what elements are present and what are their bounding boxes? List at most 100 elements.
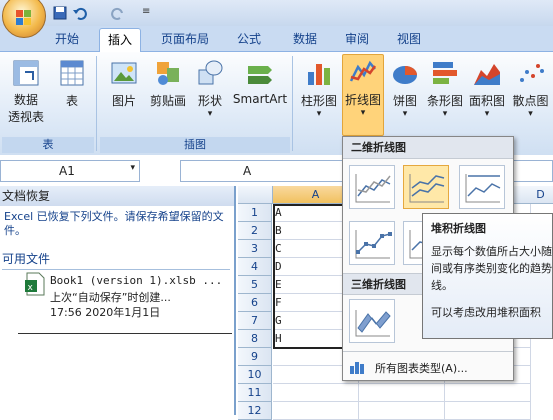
- pie-dropdown-icon: ▾: [402, 109, 408, 119]
- recovered-file-item[interactable]: x Book1 (version 1).xlsb ... 上次“自动保存”时创建…: [18, 270, 232, 334]
- formula-value: A: [243, 164, 252, 178]
- stacked-line-markers-thumb-icon: [409, 230, 422, 259]
- all-chart-types-item[interactable]: 所有图表类型(A)...: [343, 351, 513, 381]
- pie-chart-button[interactable]: 饼图 ▾: [388, 56, 422, 119]
- row-header[interactable]: 3: [238, 240, 272, 258]
- shapes-button[interactable]: 形状 ▾: [192, 56, 228, 119]
- tab-data[interactable]: 数据: [282, 28, 328, 52]
- undo-icon[interactable]: [72, 5, 88, 21]
- stacked-line-tooltip: 堆积折线图 显示每个数值所占大小随时间或有序类别变化的趋势线。 可以考虑改用堆积…: [422, 213, 553, 339]
- line-chart-icon: [349, 60, 377, 82]
- tab-insert[interactable]: 插入: [99, 28, 141, 52]
- pivot-table-icon: [13, 60, 39, 86]
- bar-chart-icon: [433, 62, 457, 84]
- smartart-icon: [248, 66, 272, 84]
- save-icon[interactable]: [52, 5, 68, 21]
- row-header[interactable]: 1: [238, 204, 272, 222]
- file-description: 上次“自动保存”时创建...: [50, 291, 171, 304]
- available-files-label: 可用文件: [2, 250, 230, 270]
- ribbon-separator: [292, 56, 293, 151]
- svg-text:x: x: [28, 283, 34, 293]
- row-header[interactable]: 9: [238, 348, 272, 366]
- column-chart-label: 柱形图: [300, 94, 337, 108]
- bar-chart-label: 条形图: [426, 94, 463, 108]
- cell[interactable]: [445, 384, 531, 402]
- chart-thumb-3d-line[interactable]: [349, 299, 395, 343]
- percent-stacked-line-thumb-icon: [465, 174, 501, 203]
- bar-dropdown-icon: ▾: [442, 109, 448, 119]
- all-charts-icon: [350, 362, 364, 374]
- row-header[interactable]: 4: [238, 258, 272, 276]
- picture-button[interactable]: 图片: [104, 56, 144, 109]
- tooltip-hint: 可以考虑改用堆积面积: [431, 306, 541, 319]
- cell-a[interactable]: [273, 384, 359, 402]
- pivot-table-button[interactable]: 数据 透视表: [2, 56, 50, 126]
- bar-chart-button[interactable]: 条形图 ▾: [424, 56, 466, 119]
- table-button[interactable]: 表: [54, 56, 90, 109]
- tab-formulas[interactable]: 公式: [226, 28, 272, 52]
- area-chart-label: 面积图: [468, 94, 505, 108]
- tooltip-body: 显示每个数值所占大小随时间或有序类别变化的趋势线。: [431, 245, 553, 292]
- excel-file-icon: x: [25, 272, 45, 296]
- line-markers-thumb-icon: [355, 230, 392, 259]
- clipart-label: 剪贴画: [149, 94, 186, 108]
- column-chart-button[interactable]: 柱形图 ▾: [298, 56, 340, 119]
- picture-label: 图片: [111, 94, 136, 108]
- group-table-label: 表: [2, 137, 94, 153]
- row-header[interactable]: 8: [238, 330, 272, 348]
- tab-page-layout[interactable]: 页面布局: [152, 28, 218, 52]
- pie-chart-icon: [393, 66, 417, 84]
- redo-icon[interactable]: [110, 5, 126, 21]
- row-header[interactable]: 2: [238, 222, 272, 240]
- select-all-corner[interactable]: [238, 186, 273, 204]
- line-dropdown-icon: ▾: [360, 108, 366, 118]
- picture-icon: [111, 62, 137, 84]
- chart-thumb-line[interactable]: [349, 165, 395, 209]
- row-header[interactable]: 5: [238, 276, 272, 294]
- pivot-table-label: 数据 透视表: [7, 93, 44, 124]
- row-header[interactable]: 11: [238, 384, 272, 402]
- smartart-button[interactable]: SmartArt: [232, 56, 288, 106]
- tab-view[interactable]: 视图: [386, 28, 432, 52]
- shapes-label: 形状: [197, 94, 222, 108]
- stacked-line-thumb-icon: [409, 174, 445, 203]
- scatter-chart-button[interactable]: 散点图 ▾: [508, 56, 553, 119]
- tab-review[interactable]: 审阅: [334, 28, 380, 52]
- group-illustrations-label: 插图: [100, 137, 290, 153]
- line-chart-label: 折线图: [344, 93, 381, 107]
- document-recovery-pane: 文档恢复 Excel 已恢复下列文件。请保存希望保留的文件。 可用文件 x Bo…: [0, 186, 236, 415]
- column-header-d[interactable]: D: [521, 186, 553, 204]
- title-bar: ≡: [0, 0, 553, 26]
- row-header[interactable]: 7: [238, 312, 272, 330]
- clipart-button[interactable]: 剪贴画: [148, 56, 188, 109]
- name-box-dropdown-icon[interactable]: ▾: [130, 163, 135, 173]
- area-dropdown-icon: ▾: [484, 109, 490, 119]
- shapes-icon: [198, 60, 223, 85]
- chart-thumb-stacked-line[interactable]: [403, 165, 449, 209]
- tab-home[interactable]: 开始: [44, 28, 90, 52]
- office-button[interactable]: [2, 0, 46, 38]
- customize-qat-icon[interactable]: ≡: [142, 6, 150, 17]
- line-3d-thumb-icon: [355, 310, 391, 337]
- row-header[interactable]: 10: [238, 366, 272, 384]
- cell-a[interactable]: [273, 402, 359, 420]
- shapes-dropdown-icon: ▾: [207, 109, 213, 119]
- name-box[interactable]: A1 ▾: [0, 160, 140, 182]
- cell[interactable]: [359, 384, 445, 402]
- row-header[interactable]: 12: [238, 402, 272, 420]
- file-name: Book1 (version 1).xlsb ...: [50, 274, 223, 287]
- tooltip-title: 堆积折线图: [431, 222, 486, 235]
- scatter-chart-icon: [519, 64, 544, 82]
- chart-thumb-stacked-line-markers[interactable]: [403, 221, 423, 265]
- pie-chart-label: 饼图: [392, 94, 417, 108]
- gallery-2d-header: 二维折线图: [343, 137, 513, 159]
- chart-thumb-line-markers[interactable]: [349, 221, 395, 265]
- row-header[interactable]: 6: [238, 294, 272, 312]
- line-chart-button[interactable]: 折线图 ▾: [342, 54, 384, 136]
- cell[interactable]: [359, 402, 445, 420]
- table-icon: [60, 60, 84, 86]
- cell[interactable]: [445, 402, 531, 420]
- chart-thumb-100-stacked-line[interactable]: [459, 165, 505, 209]
- area-chart-button[interactable]: 面积图 ▾: [466, 56, 508, 119]
- ribbon-tabs: 开始 插入 页面布局 公式 数据 审阅 视图: [0, 26, 553, 52]
